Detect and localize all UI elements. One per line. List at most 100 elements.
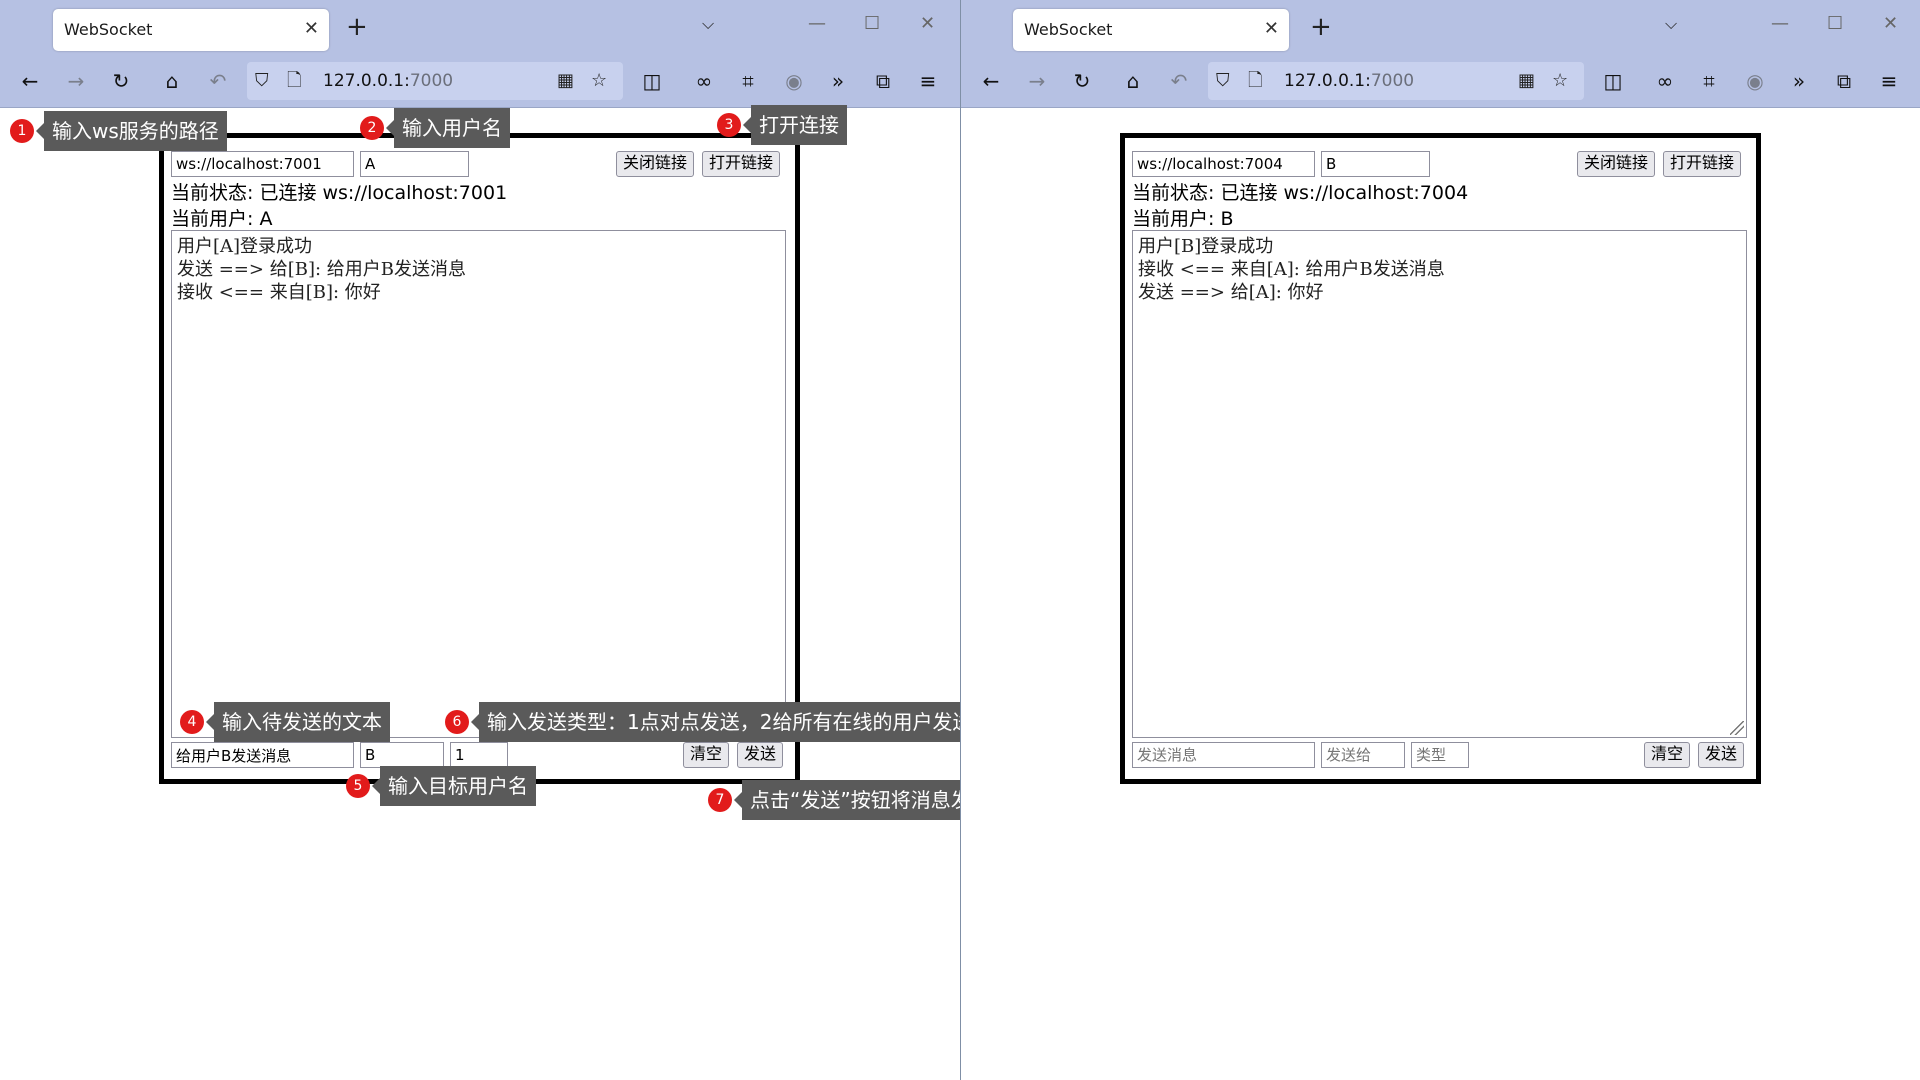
page-content: 关闭链接 打开链接 当前状态: 已连接 ws://localhost:7004 … [961,108,1920,1080]
current-user: 当前用户: A [171,208,273,230]
qr-code-icon[interactable]: ▦ [1518,68,1535,94]
open-connection-button[interactable]: 打开链接 [702,151,781,177]
undo-icon[interactable]: ↶ [1165,67,1193,95]
target-user-input[interactable] [1321,742,1405,768]
annotation-badge: 3 [717,113,741,137]
extensions-icon[interactable]: ⧉ [869,67,897,95]
more-tools-icon[interactable]: » [1785,67,1813,95]
new-tab-icon[interactable]: + [346,12,368,42]
star-icon[interactable]: ☆ [1552,68,1568,94]
username-input[interactable] [1321,151,1430,177]
record-icon[interactable]: ◉ [1741,67,1769,95]
annotation-tooltip: 输入用户名 [386,108,510,148]
back-icon[interactable]: ← [977,67,1005,95]
home-icon[interactable]: ⌂ [158,67,186,95]
current-user: 当前用户: B [1132,208,1234,230]
menu-icon[interactable]: ≡ [1875,67,1903,95]
crop-icon[interactable]: ⌗ [1695,67,1723,95]
send-type-input[interactable] [450,742,508,768]
tab-close-icon[interactable]: ✕ [304,18,319,40]
annotation-7: 7 点击“发送”按钮将消息发送出去 [708,780,960,820]
close-connection-button[interactable]: 关闭链接 [616,151,695,177]
shield-icon[interactable]: ⛉ [1216,68,1230,94]
username-input[interactable] [360,151,469,177]
nav-toolbar: ← → ↻ ⌂ ↶ ⛉ 🗋 127.0.0.1:7000 ▦ ☆ ◫ ∞ ⌗ ◉… [0,54,960,108]
window-close-icon[interactable]: ✕ [1883,14,1898,34]
list-tabs-icon[interactable]: ⌵ [702,14,714,34]
log-line: 接收 <== 来自[B]: 你好 [177,282,381,303]
back-icon[interactable]: ← [16,67,44,95]
record-icon[interactable]: ◉ [780,67,808,95]
reload-icon[interactable]: ↻ [107,67,135,95]
mask-icon[interactable]: ∞ [1651,67,1679,95]
url-bar[interactable]: ⛉ 🗋 127.0.0.1:7000 ▦ ☆ [247,62,623,100]
more-tools-icon[interactable]: » [824,67,852,95]
undo-icon[interactable]: ↶ [204,67,232,95]
url-text[interactable]: 127.0.0.1:7000 [323,71,453,91]
tab-strip: WebSocket ✕ + ⌵ — ☐ ✕ [961,0,1920,54]
browser-window-left: WebSocket ✕ + ⌵ — ☐ ✕ ← → ↻ ⌂ ↶ ⛉ 🗋 127.… [0,0,960,1080]
page-icon[interactable]: 🗋 [1248,68,1262,94]
reload-icon[interactable]: ↻ [1068,67,1096,95]
annotation-tooltip: 输入目标用户名 [372,766,536,806]
ws-url-input[interactable] [171,151,354,177]
minimize-icon[interactable]: — [808,14,826,34]
url-bar[interactable]: ⛉ 🗋 127.0.0.1:7000 ▦ ☆ [1208,62,1584,100]
message-input[interactable] [171,742,354,768]
url-text[interactable]: 127.0.0.1:7000 [1284,71,1414,91]
sidebar-icon[interactable]: ◫ [638,67,666,95]
page-icon[interactable]: 🗋 [287,68,301,94]
extensions-icon[interactable]: ⧉ [1830,67,1858,95]
target-user-input[interactable] [360,742,444,768]
tab-websocket[interactable]: WebSocket ✕ [53,9,329,51]
annotation-5: 5 输入目标用户名 [346,766,536,806]
open-connection-button[interactable]: 打开链接 [1663,151,1742,177]
ws-url-input[interactable] [1132,151,1315,177]
annotation-tooltip: 打开连接 [743,105,847,145]
annotation-3: 3 打开连接 [717,105,847,145]
message-log[interactable]: 用户[A]登录成功 发送 ==> 给[B]: 给用户B发送消息 接收 <== 来… [171,230,786,738]
new-tab-icon[interactable]: + [1310,12,1332,42]
maximize-icon[interactable]: ☐ [864,14,880,34]
annotation-2: 2 输入用户名 [360,108,510,148]
annotation-tooltip: 输入发送类型：1点对点发送，2给所有在线的用户发送 [470,702,960,742]
qr-code-icon[interactable]: ▦ [557,68,574,94]
crop-icon[interactable]: ⌗ [734,67,762,95]
annotation-badge: 5 [346,774,370,798]
tab-websocket[interactable]: WebSocket ✕ [1013,9,1289,51]
annotation-4: 4 输入待发送的文本 [180,702,390,742]
annotation-badge: 6 [445,710,469,734]
log-line: 接收 <== 来自[A]: 给用户B发送消息 [1138,259,1445,280]
mask-icon[interactable]: ∞ [690,67,718,95]
list-tabs-icon[interactable]: ⌵ [1665,14,1677,34]
tab-title: WebSocket [1024,20,1113,39]
connection-status: 当前状态: 已连接 ws://localhost:7001 [171,182,508,204]
sidebar-icon[interactable]: ◫ [1599,67,1627,95]
browser-window-right: WebSocket ✕ + ⌵ — ☐ ✕ ← → ↻ ⌂ ↶ ⛉ 🗋 127.… [960,0,1920,1080]
nav-toolbar: ← → ↻ ⌂ ↶ ⛉ 🗋 127.0.0.1:7000 ▦ ☆ ◫ ∞ ⌗ ◉… [961,54,1920,108]
clear-button[interactable]: 清空 [1644,742,1691,768]
forward-icon[interactable]: → [62,67,90,95]
page-content: 关闭链接 打开链接 当前状态: 已连接 ws://localhost:7001 … [0,105,960,1080]
window-close-icon[interactable]: ✕ [920,14,935,34]
annotation-tooltip: 点击“发送”按钮将消息发送出去 [734,780,960,820]
message-log[interactable]: 用户[B]登录成功 接收 <== 来自[A]: 给用户B发送消息 发送 ==> … [1132,230,1747,738]
menu-icon[interactable]: ≡ [914,67,942,95]
forward-icon[interactable]: → [1023,67,1051,95]
connection-status: 当前状态: 已连接 ws://localhost:7004 [1132,182,1469,204]
shield-icon[interactable]: ⛉ [255,68,269,94]
maximize-icon[interactable]: ☐ [1827,14,1843,34]
home-icon[interactable]: ⌂ [1119,67,1147,95]
resize-grip-icon[interactable] [1730,721,1744,735]
star-icon[interactable]: ☆ [591,68,607,94]
annotation-tooltip: 输入ws服务的路径 [36,111,227,151]
tab-close-icon[interactable]: ✕ [1264,18,1279,40]
send-type-input[interactable] [1411,742,1469,768]
send-button[interactable]: 发送 [1698,742,1745,768]
clear-button[interactable]: 清空 [683,742,730,768]
message-input[interactable] [1132,742,1315,768]
close-connection-button[interactable]: 关闭链接 [1577,151,1656,177]
minimize-icon[interactable]: — [1771,14,1789,34]
send-button[interactable]: 发送 [737,742,784,768]
log-line: 用户[A]登录成功 [177,236,313,257]
